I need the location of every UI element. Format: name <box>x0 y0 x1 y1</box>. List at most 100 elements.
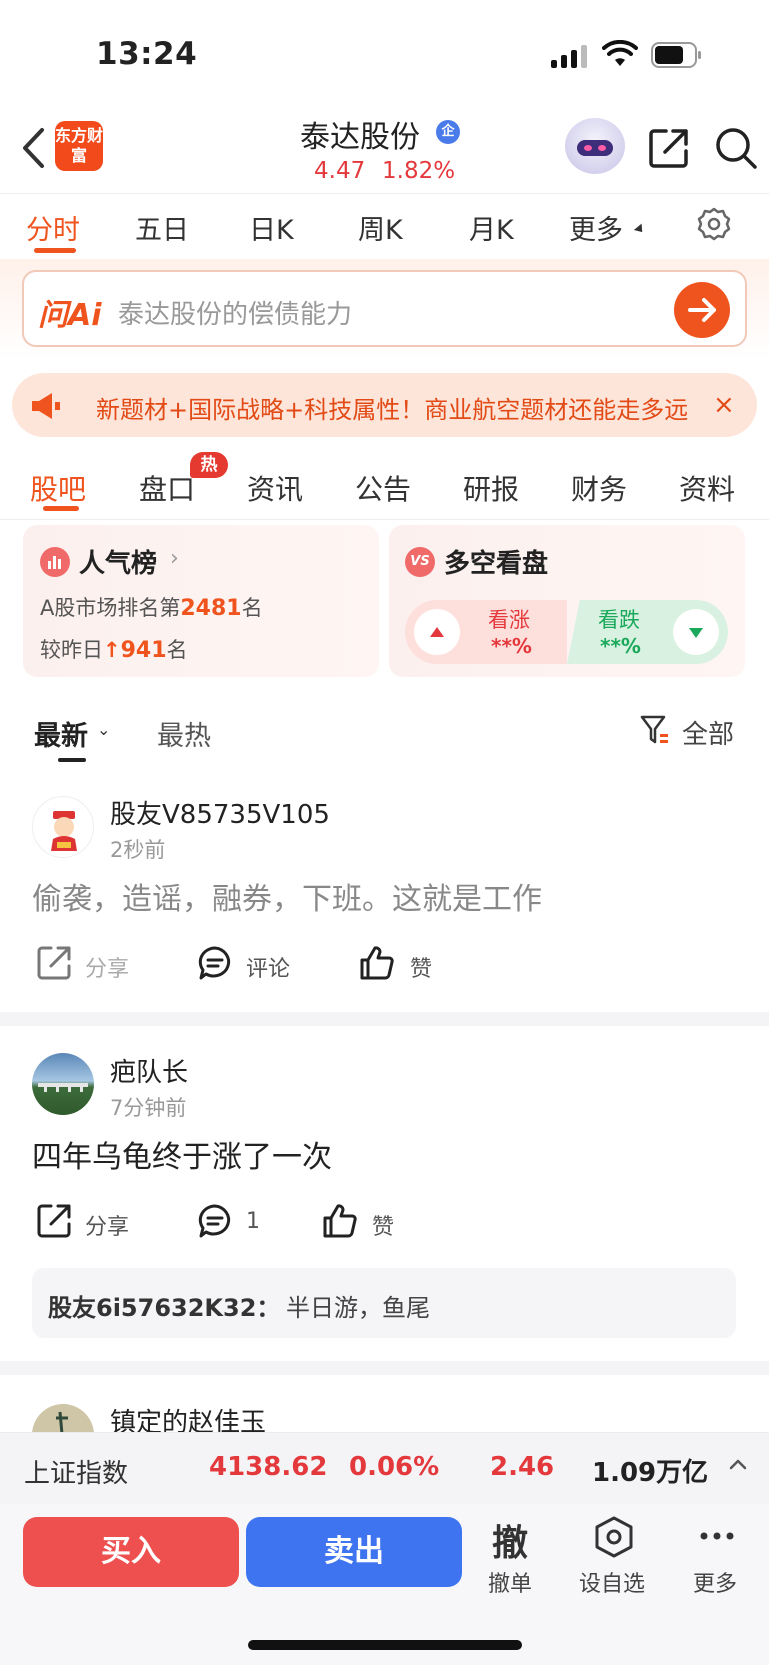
tab-day-k[interactable]: 日K <box>249 208 294 247</box>
filter-icon[interactable] <box>640 714 670 746</box>
reply-text: 半日游，鱼尾 <box>286 1294 430 1322</box>
sort-latest[interactable]: 最新 <box>34 714 88 753</box>
buy-button[interactable]: 买入 <box>23 1517 239 1587</box>
index-change: 2.46 <box>490 1452 555 1482</box>
avatar[interactable] <box>32 1053 94 1115</box>
ai-search-placeholder[interactable]: 泰达股份的偿债能力 <box>118 294 352 331</box>
bear-label: 看跌 <box>598 608 640 632</box>
wifi-icon <box>602 40 638 66</box>
close-icon[interactable]: × <box>713 391 737 419</box>
ai-robot-icon[interactable] <box>565 118 625 174</box>
tab-order-book[interactable]: 盘口 <box>139 468 195 508</box>
search-icon[interactable] <box>714 126 758 170</box>
post-divider <box>0 1361 769 1375</box>
home-indicator <box>248 1640 522 1650</box>
chevron-up-icon[interactable] <box>728 1456 748 1472</box>
popularity-rank: A股市场排名第2481名 <box>40 596 263 621</box>
comment-count[interactable]: 1 <box>246 1209 260 1234</box>
add-watchlist-icon[interactable] <box>593 1515 635 1559</box>
thumbs-up-icon[interactable] <box>359 945 395 981</box>
bar-chart-icon <box>40 547 70 577</box>
ai-logo: 问Ai <box>38 298 102 333</box>
index-turnover: 1.09万亿 <box>592 1458 709 1488</box>
bridge-landscape-avatar-icon <box>38 1083 88 1092</box>
index-value: 4138.62 <box>209 1452 328 1482</box>
sort-hottest[interactable]: 最热 <box>157 714 211 753</box>
status-time: 13:24 <box>96 36 198 72</box>
post-text[interactable]: 四年乌龟终于涨了一次 <box>32 1132 332 1176</box>
tab-finance[interactable]: 财务 <box>571 468 627 508</box>
tab-profile[interactable]: 资料 <box>679 468 735 508</box>
popularity-title: 人气榜 <box>79 549 158 579</box>
chevron-right-icon: › <box>170 546 179 571</box>
share-icon[interactable] <box>648 127 690 169</box>
reply-username[interactable]: 股友6i57632K32： <box>48 1288 280 1323</box>
bull-bear-title: 多空看盘 <box>444 549 549 579</box>
tab-month-k[interactable]: 月K <box>469 208 514 247</box>
stock-name: 泰达股份 <box>300 120 420 155</box>
triangle-down-icon <box>689 628 703 638</box>
share-label[interactable]: 分享 <box>85 951 129 983</box>
arrow-right-icon <box>688 298 716 322</box>
tab-week-k[interactable]: 周K <box>358 208 403 247</box>
bull-value: **% <box>491 634 532 658</box>
share-label[interactable]: 分享 <box>85 1209 129 1241</box>
content-tabs: 股吧 盘口 资讯 公告 研报 财务 资料 <box>0 450 769 520</box>
tab-forum[interactable]: 股吧 <box>30 468 86 508</box>
stock-price: 4.47 <box>314 158 366 184</box>
stock-change-pct: 1.82% <box>382 158 456 184</box>
share-icon[interactable] <box>36 1203 72 1239</box>
index-name: 上证指数 <box>24 1459 129 1489</box>
post-divider <box>0 1012 769 1026</box>
post-time: 7分钟前 <box>110 1096 187 1120</box>
index-change-pct: 0.06% <box>349 1452 440 1482</box>
sort-active-indicator <box>58 758 86 762</box>
bear-value: **% <box>600 634 641 658</box>
hot-badge: 热 <box>190 452 228 478</box>
app-logo: 东方财富 <box>55 121 103 171</box>
tab-research[interactable]: 研报 <box>463 468 519 508</box>
megaphone-icon <box>32 393 60 419</box>
banner-text[interactable]: 新题材+国际战略+科技属性！商业航空题材还能走多远？ <box>96 390 688 425</box>
enterprise-badge: 企 <box>436 120 460 144</box>
more-caret-icon <box>633 223 647 236</box>
bear-button[interactable] <box>673 609 719 655</box>
tab-more[interactable]: 更多 <box>569 208 623 247</box>
tab-news[interactable]: 资讯 <box>247 468 303 508</box>
share-icon[interactable] <box>36 945 72 981</box>
tab-announcements[interactable]: 公告 <box>355 468 411 508</box>
comment-icon[interactable] <box>197 1203 233 1239</box>
cancel-order-icon[interactable]: 撤 <box>492 1514 528 1566</box>
ai-submit-button[interactable] <box>674 282 730 338</box>
gear-icon[interactable] <box>697 207 731 241</box>
sell-button[interactable]: 卖出 <box>246 1517 462 1587</box>
add-watchlist-label[interactable]: 设自选 <box>579 1566 645 1598</box>
battery-icon <box>651 42 701 68</box>
post-username[interactable]: 股友V85735V105 <box>110 794 330 831</box>
comment-icon[interactable] <box>197 945 233 981</box>
thumbs-up-icon[interactable] <box>322 1203 358 1239</box>
filter-all[interactable]: 全部 <box>682 714 734 751</box>
back-icon[interactable] <box>20 126 46 170</box>
avatar[interactable] <box>32 796 94 858</box>
triangle-up-icon <box>430 627 444 637</box>
signal-icon <box>551 42 587 68</box>
bull-label: 看涨 <box>488 608 530 632</box>
tab-active-indicator <box>34 248 76 253</box>
more-label[interactable]: 更多 <box>693 1566 737 1598</box>
like-label[interactable]: 赞 <box>372 1209 394 1241</box>
like-label[interactable]: 赞 <box>410 951 432 983</box>
arrow-up-icon: ↑ <box>103 638 121 662</box>
cancel-order-label[interactable]: 撤单 <box>488 1566 532 1598</box>
post-time: 2秒前 <box>110 838 166 862</box>
more-dots-icon[interactable] <box>699 1530 735 1542</box>
vs-icon: VS <box>405 547 435 577</box>
post-username[interactable]: 疤队长 <box>110 1052 188 1089</box>
bull-button[interactable] <box>414 609 460 655</box>
tab-five-day[interactable]: 五日 <box>135 208 189 247</box>
god-of-wealth-avatar-icon <box>51 811 77 851</box>
chevron-down-icon[interactable]: ⌄ <box>97 720 110 739</box>
comment-label[interactable]: 评论 <box>246 951 290 983</box>
tab-timeshare[interactable]: 分时 <box>26 208 80 247</box>
post-text[interactable]: 偷袭，造谣，融券，下班。这就是工作 <box>32 874 542 918</box>
